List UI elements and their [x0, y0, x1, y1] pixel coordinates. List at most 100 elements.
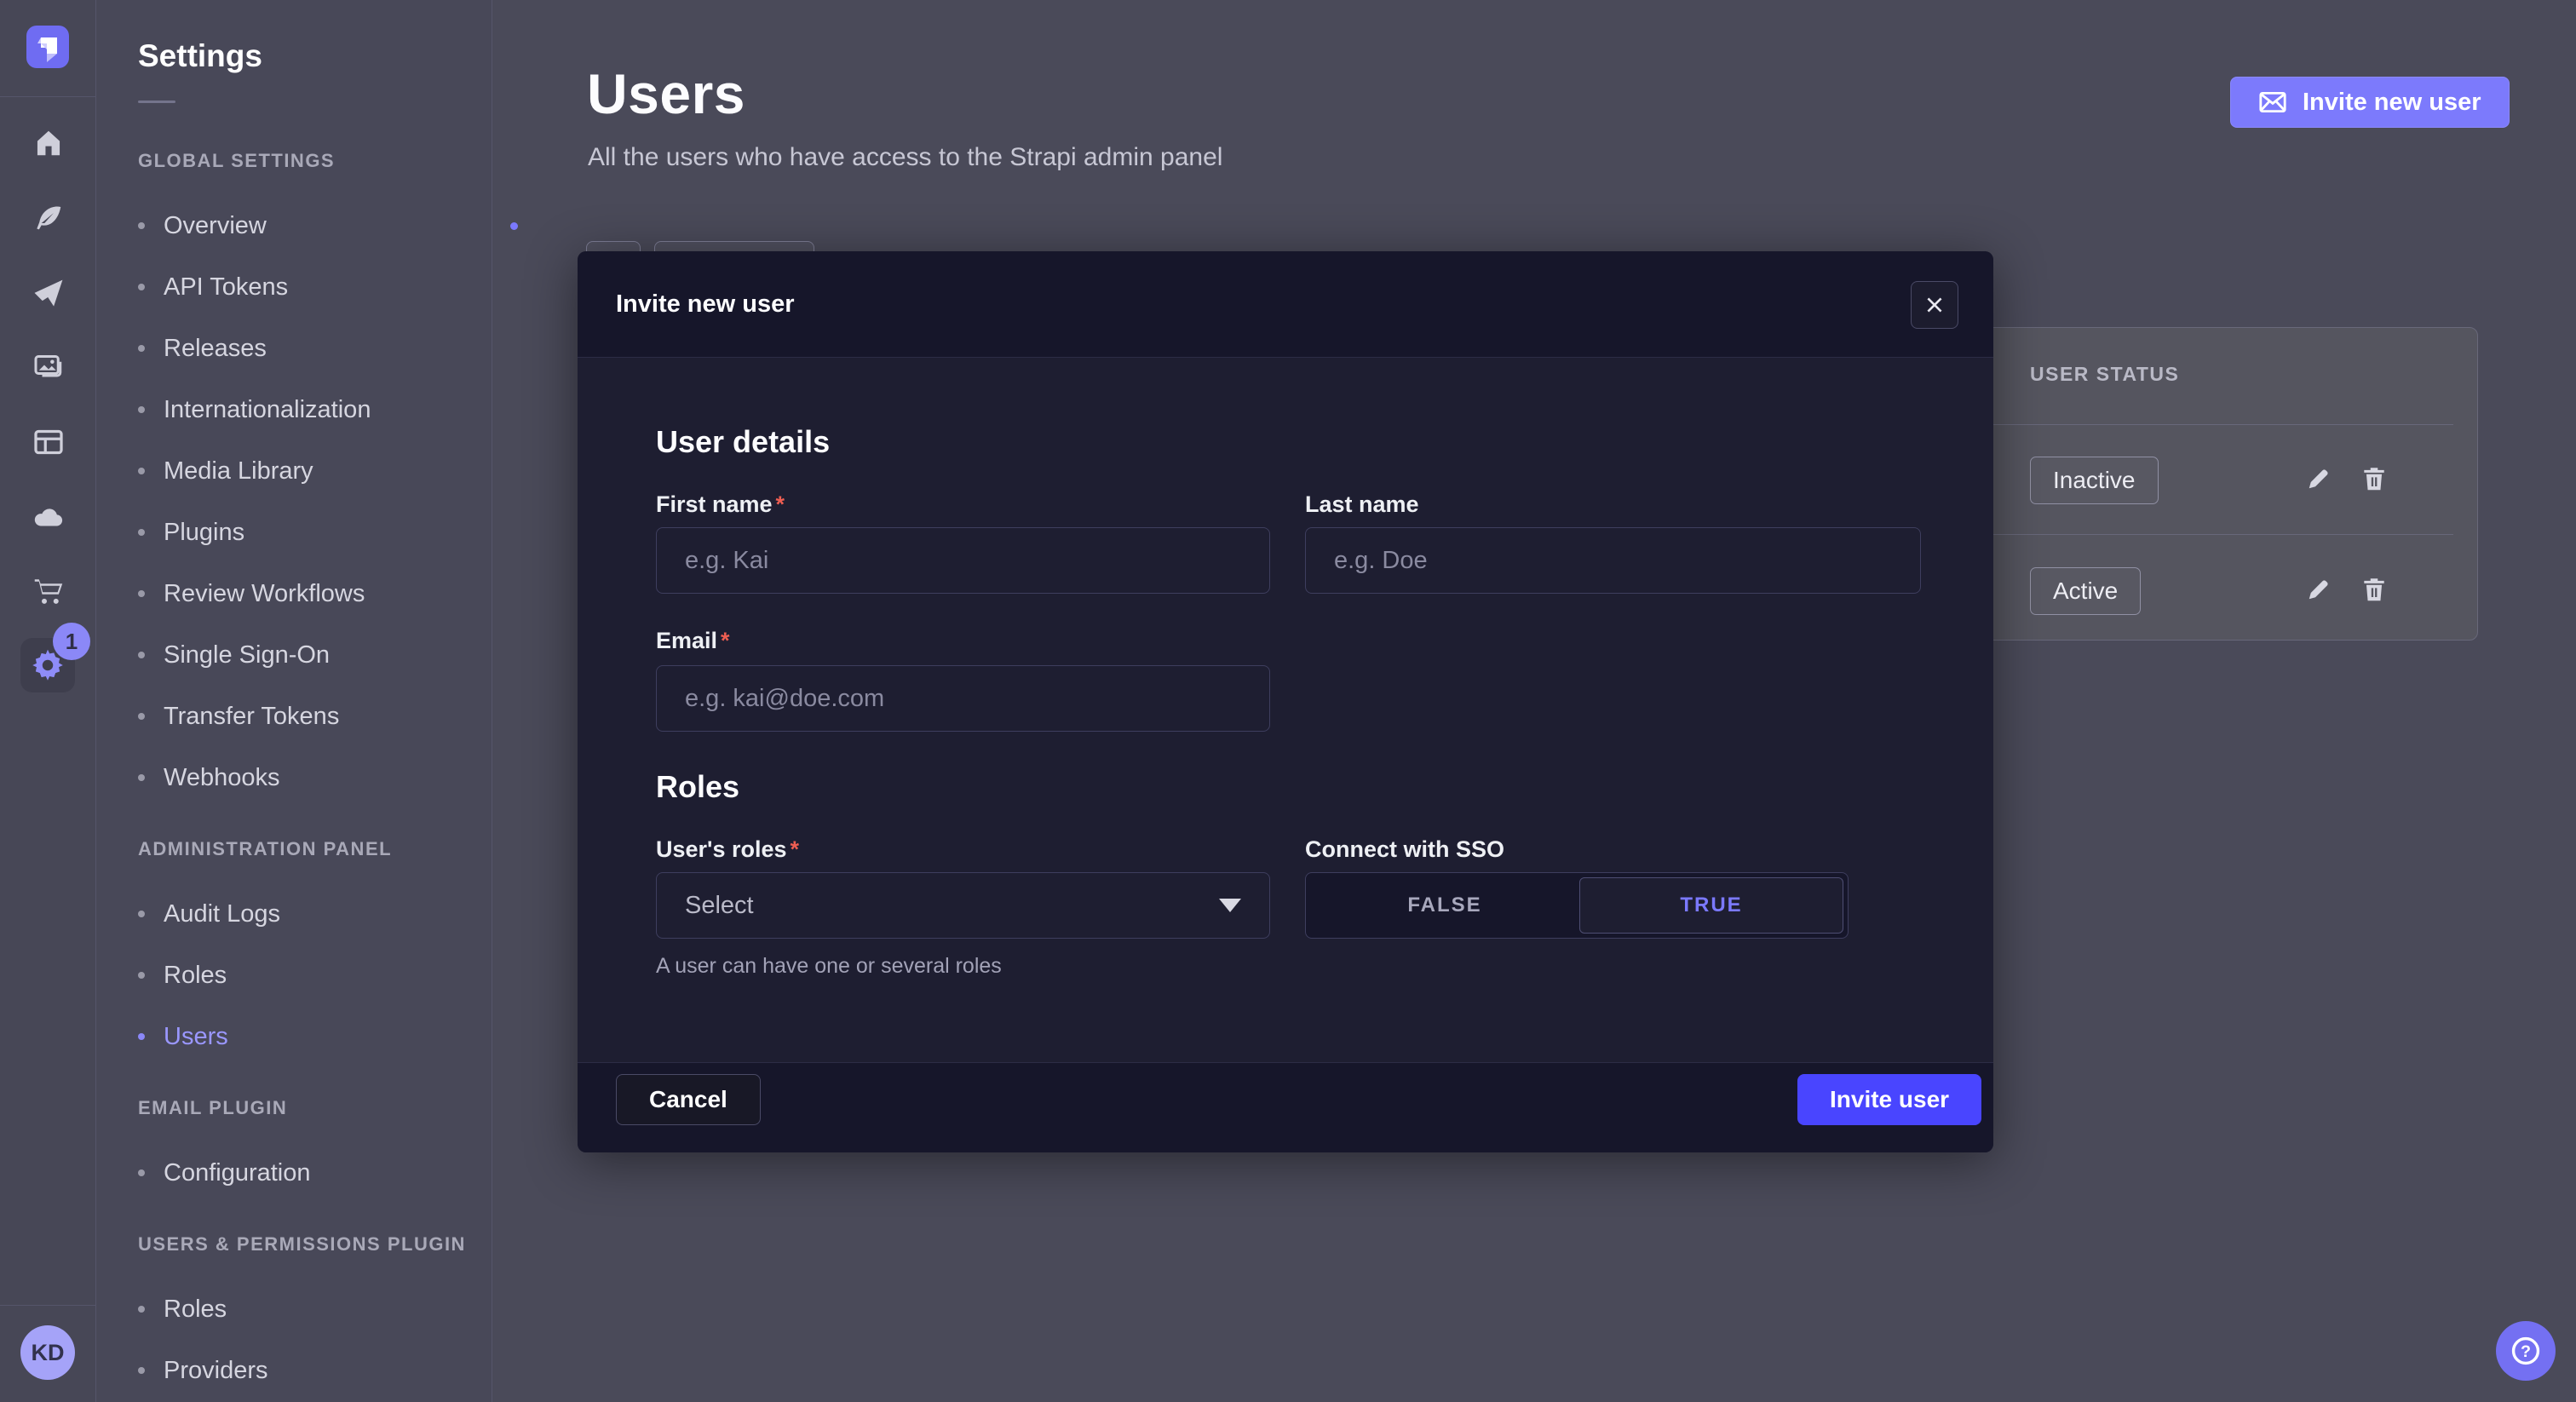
status-badge-inactive: Inactive — [2030, 457, 2159, 504]
first-name-input[interactable]: e.g. Kai — [656, 527, 1270, 594]
sidebar-item-label: Overview — [164, 212, 267, 240]
cloud-icon[interactable] — [0, 487, 96, 547]
sso-toggle-true[interactable]: TRUE — [1579, 877, 1843, 934]
settings-sidebar: Settings GLOBAL SETTINGS Overview API Toke… — [96, 0, 492, 1402]
sidebar-item-roles[interactable]: Roles — [138, 958, 227, 992]
bullet-icon — [138, 1033, 145, 1040]
sidebar-item-providers[interactable]: Providers — [138, 1353, 268, 1388]
modal-footer — [578, 1062, 1993, 1152]
sidebar-item-releases[interactable]: Releases — [138, 331, 267, 365]
sidebar-item-label: Webhooks — [164, 764, 280, 792]
home-icon[interactable] — [0, 113, 96, 173]
bullet-icon — [138, 468, 145, 474]
strapi-admin-screen: Users All the users who have access to t… — [0, 0, 2576, 1402]
sso-toggle: FALSE TRUE — [1305, 872, 1849, 939]
sidebar-item-label: API Tokens — [164, 273, 288, 302]
first-name-label: First name* — [656, 491, 785, 518]
bullet-icon — [138, 713, 145, 720]
sidebar-item-label: Plugins — [164, 519, 244, 547]
invite-user-modal: Invite new user User details First name*… — [578, 251, 1993, 1152]
sidebar-item-transfer-tokens[interactable]: Transfer Tokens — [138, 699, 339, 733]
bullet-icon — [138, 911, 145, 917]
sidebar-item-label: Review Workflows — [164, 580, 365, 608]
sidebar-item-users[interactable]: Users — [138, 1020, 228, 1054]
bullet-icon — [138, 345, 145, 352]
section-label: ADMINISTRATION PANEL — [138, 838, 392, 860]
roles-heading: Roles — [656, 769, 739, 805]
bullet-icon — [138, 406, 145, 413]
sidebar-item-configuration[interactable]: Configuration — [138, 1156, 311, 1190]
sidebar-item-label: Audit Logs — [164, 900, 280, 928]
media-library-icon[interactable] — [0, 337, 96, 397]
page-title: Users — [587, 61, 745, 126]
sidebar-item-single-sign-on[interactable]: Single Sign-On — [138, 638, 330, 672]
bullet-icon — [138, 652, 145, 658]
sidebar-item-review-workflows[interactable]: Review Workflows — [138, 577, 365, 611]
users-roles-label: User's roles* — [656, 836, 799, 863]
user-details-heading: User details — [656, 424, 830, 460]
bullet-icon — [138, 590, 145, 597]
sidebar-item-label: Releases — [164, 335, 267, 363]
roles-select-value: Select — [685, 892, 754, 920]
required-asterisk: * — [721, 628, 730, 653]
sidebar-title: Settings — [138, 38, 262, 74]
bullet-icon — [138, 1169, 145, 1176]
sidebar-item-label: Roles — [164, 962, 227, 990]
sidebar-item-overview[interactable]: Overview — [138, 209, 267, 243]
sidebar-item-label: Transfer Tokens — [164, 703, 339, 731]
icon-rail: 1 KD — [0, 0, 96, 1402]
sidebar-item-label: Internationalization — [164, 396, 371, 424]
invite-new-user-label: Invite new user — [2303, 89, 2481, 117]
delete-trash-icon[interactable] — [2360, 575, 2389, 608]
page-subtitle: All the users who have access to the Str… — [588, 143, 1222, 172]
edit-pencil-icon[interactable] — [2303, 574, 2334, 609]
sidebar-item-roles[interactable]: Roles — [138, 1292, 227, 1326]
sidebar-item-api-tokens[interactable]: API Tokens — [138, 270, 288, 304]
modal-title: Invite new user — [616, 290, 795, 319]
bullet-icon — [138, 1306, 145, 1313]
section-label: USERS & PERMISSIONS PLUGIN — [138, 1233, 466, 1255]
sidebar-item-audit-logs[interactable]: Audit Logs — [138, 897, 280, 931]
first-name-placeholder: e.g. Kai — [685, 547, 768, 575]
marketplace-cart-icon[interactable] — [0, 561, 96, 621]
section-label: GLOBAL SETTINGS — [138, 150, 335, 172]
modal-header: Invite new user — [578, 251, 1993, 358]
overview-notification-dot — [510, 222, 518, 230]
sidebar-item-internationalization[interactable]: Internationalization — [138, 393, 371, 427]
delete-trash-icon[interactable] — [2360, 464, 2389, 497]
rail-divider — [0, 1305, 96, 1306]
required-asterisk: * — [776, 491, 785, 517]
cancel-button[interactable]: Cancel — [616, 1074, 761, 1125]
email-input[interactable]: e.g. kai@doe.com — [656, 665, 1270, 732]
invite-user-button[interactable]: Invite user — [1797, 1074, 1981, 1125]
email-placeholder: e.g. kai@doe.com — [685, 685, 884, 713]
sidebar-item-label: Configuration — [164, 1159, 311, 1187]
roles-hint: A user can have one or several roles — [656, 954, 1002, 979]
last-name-placeholder: e.g. Doe — [1334, 547, 1428, 575]
sidebar-item-media-library[interactable]: Media Library — [138, 454, 313, 488]
sidebar-item-plugins[interactable]: Plugins — [138, 515, 244, 549]
email-label: Email* — [656, 628, 730, 654]
sidebar-item-label: Users — [164, 1023, 228, 1051]
bullet-icon — [138, 284, 145, 290]
status-badge-active: Active — [2030, 567, 2141, 615]
sidebar-item-label: Single Sign-On — [164, 641, 330, 669]
sidebar-item-label: Roles — [164, 1296, 227, 1324]
last-name-input[interactable]: e.g. Doe — [1305, 527, 1921, 594]
feather-icon[interactable] — [0, 188, 96, 248]
bullet-icon — [138, 222, 145, 229]
content-manager-icon[interactable] — [0, 412, 96, 472]
edit-pencil-icon[interactable] — [2303, 463, 2334, 498]
close-icon[interactable] — [1911, 281, 1958, 329]
invite-new-user-button[interactable]: Invite new user — [2230, 77, 2510, 128]
bullet-icon — [138, 774, 145, 781]
sso-toggle-false[interactable]: FALSE — [1310, 893, 1579, 917]
paper-plane-icon[interactable] — [0, 263, 96, 323]
help-button[interactable]: ? — [2496, 1321, 2556, 1381]
bullet-icon — [138, 972, 145, 979]
strapi-logo[interactable] — [26, 26, 69, 68]
roles-select[interactable]: Select — [656, 872, 1270, 939]
user-status-column-header: USER STATUS — [2030, 363, 2179, 386]
user-avatar[interactable]: KD — [20, 1325, 75, 1380]
sidebar-item-webhooks[interactable]: Webhooks — [138, 761, 280, 795]
